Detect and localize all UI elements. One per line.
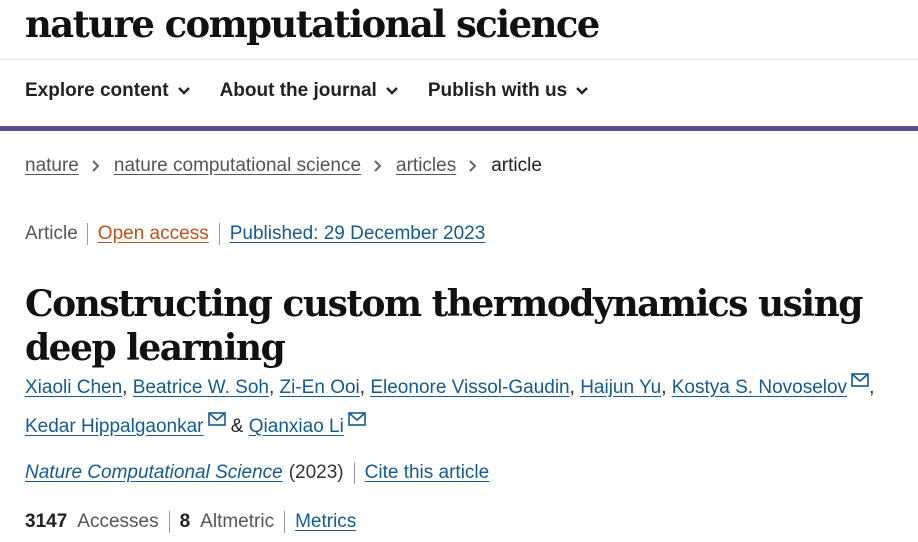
published-date-link[interactable]: Published: 29 December 2023 [220,223,486,245]
chevron-right-icon [374,160,382,172]
journal-link[interactable]: Nature Computational Science [25,462,283,484]
mail-icon[interactable] [851,373,869,387]
chevron-down-icon [385,87,398,95]
author-list: Xiaoli Chen, Beatrice W. Soh, Zi-En Ooi,… [25,368,915,446]
nav-item-label: Explore content [25,80,169,101]
journal-logo[interactable]: nature computational science [25,2,600,46]
breadcrumb-current: article [491,155,542,176]
altmetric-label: Altmetric [200,511,275,532]
author-separator: , [869,377,875,398]
altmetric-metric: 8 Altmetric [170,511,286,533]
chevron-down-icon [177,87,190,95]
nav-publish-with-us[interactable]: Publish with us [428,80,589,102]
author-link[interactable]: Xiaoli Chen [25,377,122,398]
article-meta: Article Open access Published: 29 Decemb… [25,223,485,245]
author-separator: , [569,377,575,398]
accesses-label: Accesses [77,511,159,532]
author-joiner: & [230,416,244,437]
article-metrics: 3147 Accesses 8 Altmetric Metrics [25,511,356,533]
nav-accent-bar [0,126,918,131]
nav-item-label: About the journal [219,80,377,101]
breadcrumb-articles[interactable]: articles [396,155,456,177]
mail-icon[interactable] [348,412,366,426]
main-nav: Explore content About the journal Publis… [25,80,618,102]
chevron-right-icon [469,160,477,172]
open-access-link[interactable]: Open access [88,223,220,245]
article-type: Article [25,223,88,245]
header-divider [0,59,918,60]
accesses-count: 3147 [25,511,68,532]
author-link[interactable]: Haijun Yu [580,377,661,398]
citation-line: Nature Computational Science (2023) Cite… [25,462,489,484]
altmetric-count: 8 [179,511,191,532]
metrics-link[interactable]: Metrics [295,511,356,533]
author-link[interactable]: Kedar Hippalgaonkar [25,416,204,437]
mail-icon[interactable] [207,412,226,426]
author-separator: , [359,377,366,398]
author-link[interactable]: Eleonore Vissol-Gaudin [370,377,569,398]
chevron-right-icon [92,160,100,172]
article-title: Constructing custom thermodynamics using… [25,283,863,370]
chevron-down-icon [576,87,589,95]
author-link[interactable]: Beatrice W. Soh [133,377,269,398]
cite-this-article-link[interactable]: Cite this article [365,462,490,484]
nav-item-label: Publish with us [427,80,568,101]
author-separator: , [661,377,667,398]
publication-year: (2023) [289,462,355,484]
author-link[interactable]: Kostya S. Novoselov [672,377,847,398]
breadcrumb: nature nature computational science arti… [25,155,542,177]
author-separator: , [122,377,128,398]
accesses-metric: 3147 Accesses [25,511,170,533]
breadcrumb-nature[interactable]: nature [25,155,79,177]
author-link[interactable]: Qianxiao Li [249,416,344,437]
nav-about-the-journal[interactable]: About the journal [220,80,399,102]
author-link[interactable]: Zi-En Ooi [280,377,360,398]
nav-explore-content[interactable]: Explore content [25,80,191,102]
author-separator: , [268,377,275,398]
breadcrumb-nature-computational-science[interactable]: nature computational science [114,155,361,177]
